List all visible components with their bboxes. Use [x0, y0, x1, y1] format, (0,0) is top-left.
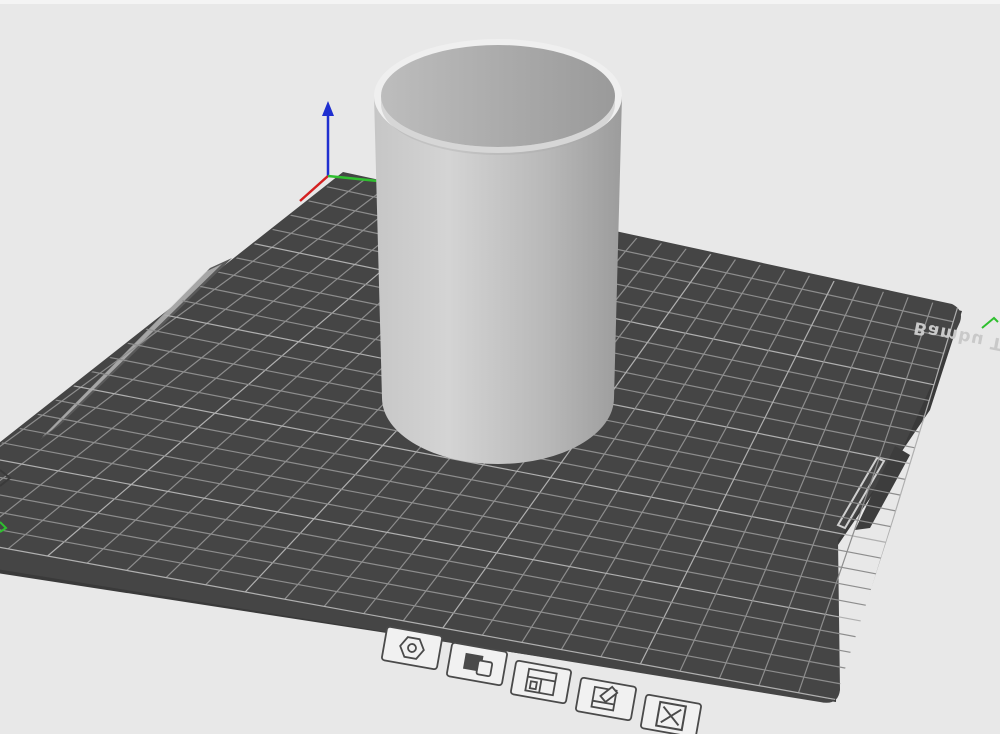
- layout-button[interactable]: [510, 659, 572, 705]
- z-axis-arrow-icon: [322, 101, 334, 116]
- 3d-viewport[interactable]: Bambu Textured PEI Plate: [0, 0, 1000, 734]
- plate-settings-button[interactable]: [575, 676, 637, 722]
- cylinder-model[interactable]: [374, 39, 622, 464]
- cylinder-inner: [381, 45, 615, 147]
- close-button[interactable]: [640, 693, 702, 734]
